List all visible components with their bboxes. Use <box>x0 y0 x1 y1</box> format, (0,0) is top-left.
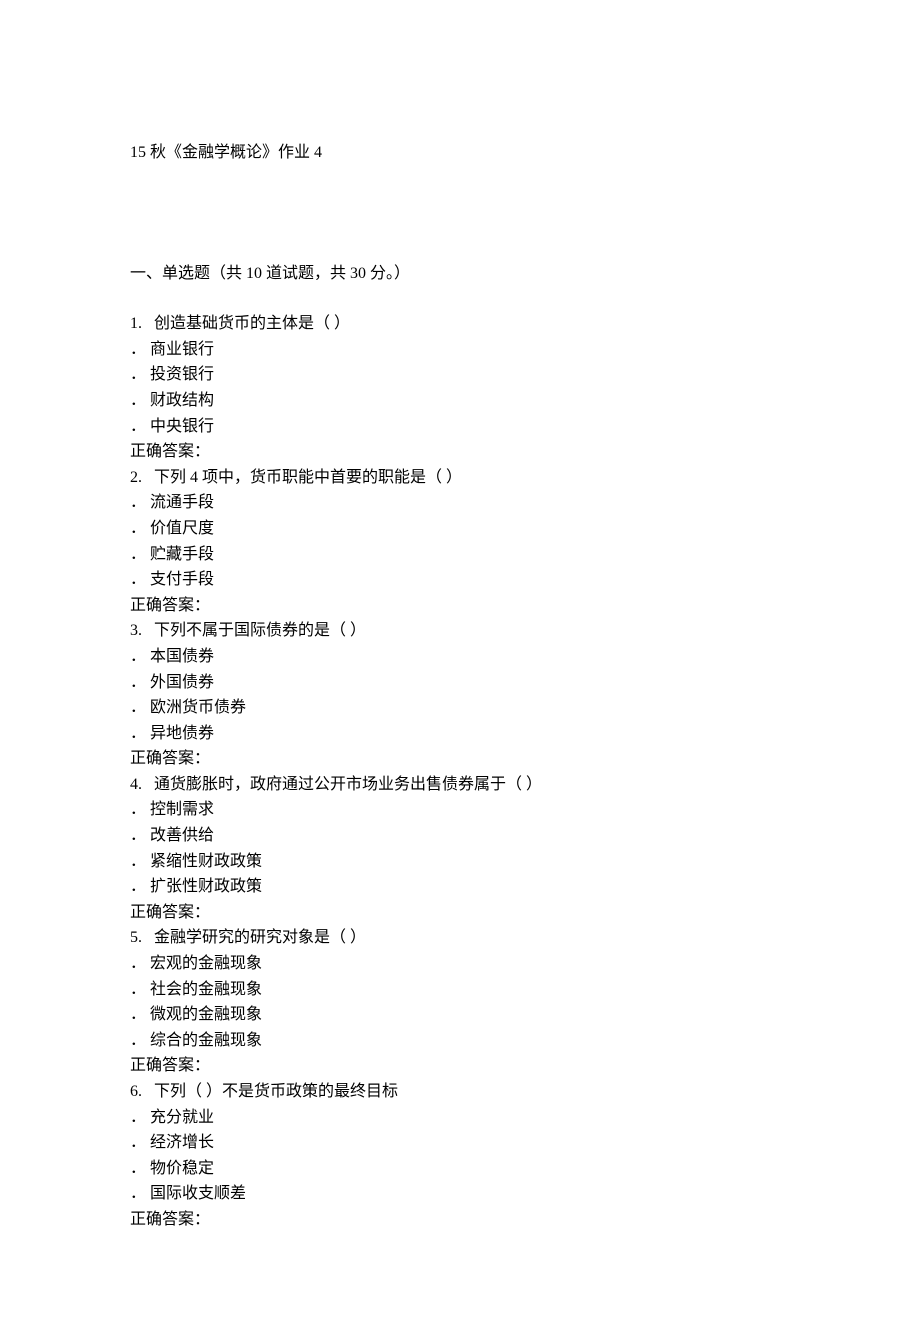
question-number: 3. <box>130 622 142 639</box>
question-option: ． 欧洲货币债券 <box>130 695 790 721</box>
question-option: ． 国际收支顺差 <box>130 1181 790 1207</box>
question-option: ． 支付手段 <box>130 567 790 593</box>
question-option: ． 社会的金融现象 <box>130 977 790 1003</box>
answer-label: 正确答案： <box>130 1207 790 1233</box>
question-stem: 下列不属于国际债券的是（ ） <box>154 622 366 639</box>
question-option: ． 紧缩性财政政策 <box>130 849 790 875</box>
question-number: 4. <box>130 776 142 793</box>
question-option: ． 综合的金融现象 <box>130 1028 790 1054</box>
document-title: 15 秋《金融学概论》作业 4 <box>130 140 790 166</box>
question-option: ． 价值尺度 <box>130 516 790 542</box>
question-text: 5. 金融学研究的研究对象是（ ） <box>130 925 790 951</box>
question-option: ． 控制需求 <box>130 797 790 823</box>
question-option: ． 宏观的金融现象 <box>130 951 790 977</box>
question-option: ． 财政结构 <box>130 388 790 414</box>
question-stem: 创造基础货币的主体是（ ） <box>154 315 350 332</box>
question-option: ． 改善供给 <box>130 823 790 849</box>
answer-label: 正确答案： <box>130 900 790 926</box>
question-option: ． 投资银行 <box>130 362 790 388</box>
question-text: 3. 下列不属于国际债券的是（ ） <box>130 618 790 644</box>
question-option: ． 中央银行 <box>130 414 790 440</box>
question-option: ． 扩张性财政政策 <box>130 874 790 900</box>
question-option: ． 贮藏手段 <box>130 542 790 568</box>
question-text: 6. 下列（ ）不是货币政策的最终目标 <box>130 1079 790 1105</box>
question-stem: 下列（ ）不是货币政策的最终目标 <box>154 1083 398 1100</box>
question-text: 1. 创造基础货币的主体是（ ） <box>130 311 790 337</box>
document-page: 15 秋《金融学概论》作业 4 一、单选题（共 10 道试题，共 30 分。） … <box>0 0 920 1333</box>
question-option: ． 物价稳定 <box>130 1156 790 1182</box>
answer-label: 正确答案： <box>130 593 790 619</box>
question-option: ． 本国债券 <box>130 644 790 670</box>
question-option: ． 异地债券 <box>130 721 790 747</box>
answer-label: 正确答案： <box>130 746 790 772</box>
question-option: ． 充分就业 <box>130 1105 790 1131</box>
question-option: ． 商业银行 <box>130 337 790 363</box>
answer-label: 正确答案： <box>130 1053 790 1079</box>
question-option: ． 经济增长 <box>130 1130 790 1156</box>
question-number: 5. <box>130 929 142 946</box>
question-option: ． 微观的金融现象 <box>130 1002 790 1028</box>
question-option: ． 外国债券 <box>130 670 790 696</box>
question-text: 2. 下列 4 项中，货币职能中首要的职能是（ ） <box>130 465 790 491</box>
question-number: 6. <box>130 1083 142 1100</box>
section-heading: 一、单选题（共 10 道试题，共 30 分。） <box>130 261 790 287</box>
question-stem: 下列 4 项中，货币职能中首要的职能是（ ） <box>154 469 462 486</box>
question-number: 1. <box>130 315 142 332</box>
question-text: 4. 通货膨胀时，政府通过公开市场业务出售债券属于（ ） <box>130 772 790 798</box>
question-stem: 金融学研究的研究对象是（ ） <box>154 929 366 946</box>
question-option: ． 流通手段 <box>130 490 790 516</box>
question-number: 2. <box>130 469 142 486</box>
question-stem: 通货膨胀时，政府通过公开市场业务出售债券属于（ ） <box>154 776 542 793</box>
answer-label: 正确答案： <box>130 439 790 465</box>
